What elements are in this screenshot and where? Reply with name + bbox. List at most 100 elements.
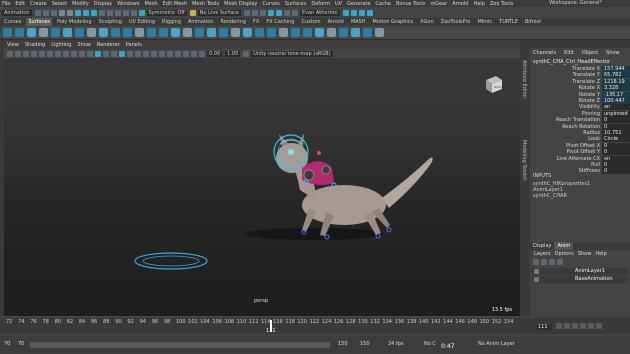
resolution-gate-icon[interactable] xyxy=(55,50,61,57)
channels-menu[interactable]: Channels xyxy=(530,50,556,56)
panel-menu-panels[interactable]: Panels xyxy=(126,42,142,48)
channel-attribute-row[interactable]: Translate Z 1218.19 xyxy=(530,78,630,85)
panel-menu-renderer[interactable]: Renderer xyxy=(97,42,120,48)
shelf-tab-fx-caching[interactable]: FX Caching xyxy=(264,18,296,26)
nurbs-cylinder-icon[interactable] xyxy=(27,28,36,37)
xray-icon[interactable] xyxy=(183,50,189,57)
show-layer-menu[interactable]: Show xyxy=(578,251,592,257)
bevel-plus-icon[interactable] xyxy=(195,28,204,37)
shelf-tab-sculpting[interactable]: Sculpting xyxy=(97,18,124,26)
channel-attribute-value[interactable]: 157.944 xyxy=(602,66,630,72)
shelf-tab-bifrost[interactable]: Bifrost xyxy=(523,18,543,26)
menuset-dropdown[interactable]: Animation xyxy=(2,9,32,16)
project-curve-icon[interactable] xyxy=(219,28,228,37)
channel-attribute-value[interactable]: 100.447 xyxy=(602,98,630,104)
redo-icon[interactable] xyxy=(66,9,73,16)
menu-mesh-tools[interactable]: Mesh Tools xyxy=(192,1,219,7)
reverse-surface-icon[interactable] xyxy=(351,28,360,37)
insert-isoparm-icon[interactable] xyxy=(303,28,312,37)
channel-attribute-row[interactable]: Translate Y 65.782 xyxy=(530,72,630,79)
channel-attribute-value[interactable]: 0 xyxy=(602,162,630,168)
film-gate-icon[interactable] xyxy=(47,50,53,57)
select-by-object-icon[interactable] xyxy=(82,9,89,16)
channel-attribute-value[interactable]: on xyxy=(602,155,630,162)
channel-attribute-value[interactable]: 0 xyxy=(602,117,630,124)
shelf-tab-uv-editing[interactable]: UV Editing xyxy=(127,18,157,26)
attribute-editor-icon[interactable] xyxy=(350,9,357,16)
nurbs-plane-icon[interactable] xyxy=(51,28,60,37)
cat-character[interactable] xyxy=(276,133,433,236)
channel-attribute-row[interactable]: Look Circle xyxy=(530,136,630,143)
shelf-tab-surfaces[interactable]: Surfaces xyxy=(26,18,53,26)
wireframe-icon[interactable] xyxy=(87,50,93,57)
shelf-tab-motion-graphics[interactable]: Motion Graphics xyxy=(370,18,415,26)
tab-anim[interactable]: Anim xyxy=(554,242,574,250)
menu-deform[interactable]: Deform xyxy=(311,1,330,7)
select-by-hierarchy-icon[interactable] xyxy=(74,9,81,16)
fps-dropdown[interactable]: 24 fps xyxy=(388,341,404,347)
new-layer-from-selected-icon[interactable] xyxy=(557,259,563,265)
rebuild-surface-icon[interactable] xyxy=(339,28,348,37)
nurbs-cone-icon[interactable] xyxy=(39,28,48,37)
render-icon[interactable] xyxy=(243,9,250,16)
channel-attribute-value[interactable]: 3.328 xyxy=(602,85,630,92)
history-icon[interactable] xyxy=(138,9,145,16)
menu-help[interactable]: Help xyxy=(473,1,484,7)
gamma-field[interactable]: 1.00 xyxy=(225,50,241,57)
shelf-tab-animation[interactable]: Animation xyxy=(186,18,216,26)
time-slider[interactable]: 72 74 76 78 80 82 84 86 88 90 92 94 96 98 100 102 104 106… xyxy=(0,318,630,334)
move-layer-up-icon[interactable] xyxy=(533,259,539,265)
menu-curves[interactable]: Curves xyxy=(262,1,279,7)
panel-menu-view[interactable]: View xyxy=(7,42,19,48)
arnold-render-view-icon[interactable] xyxy=(275,9,282,16)
channel-attribute-row[interactable]: Pinning unpinned xyxy=(530,110,630,117)
hypershade-icon[interactable] xyxy=(267,9,274,16)
edit-menu[interactable]: Edit xyxy=(561,50,574,56)
new-empty-layer-icon[interactable] xyxy=(549,259,555,265)
shelf-tab-fx[interactable]: FX xyxy=(251,18,261,26)
channel-attribute-row[interactable]: Translate X 157.944 xyxy=(530,66,630,72)
field-chart-icon[interactable] xyxy=(71,50,77,57)
channel-attribute-value[interactable]: 65.782 xyxy=(602,72,630,79)
channel-attribute-value[interactable]: 1218.19 xyxy=(602,78,630,85)
anti-aliasing-icon[interactable] xyxy=(159,50,165,57)
shelf-tab-turtle[interactable]: TURTLE xyxy=(497,18,520,26)
offset-surface-icon[interactable] xyxy=(327,28,336,37)
channel-attribute-value[interactable]: 0 xyxy=(602,123,630,130)
shelf-tab-xgen[interactable]: XGen xyxy=(418,18,436,26)
step-forward-icon[interactable] xyxy=(588,323,594,329)
current-frame-field[interactable]: 111 xyxy=(537,324,552,330)
range-end-field[interactable]: 150 xyxy=(360,341,370,347)
bookmarks-icon[interactable] xyxy=(23,50,29,57)
gate-mask-icon[interactable] xyxy=(63,50,69,57)
channel-attribute-row[interactable]: Pull 0 xyxy=(530,162,630,168)
open-scene-icon[interactable] xyxy=(42,9,49,16)
channel-attribute-value[interactable]: -135.17 xyxy=(602,91,630,98)
menu-mesh-display[interactable]: Mesh Display xyxy=(224,1,257,7)
menu-edit-mesh[interactable]: Edit Mesh xyxy=(163,1,187,7)
options-menu[interactable]: Options xyxy=(555,251,574,257)
view-transform-dropdown[interactable]: Unity neutral tone-map (sRGB) xyxy=(251,50,333,57)
image-plane-icon[interactable] xyxy=(31,50,37,57)
shelf-tab-curves[interactable]: Curves xyxy=(2,18,23,26)
attach-surfaces-icon[interactable] xyxy=(255,28,264,37)
panel-menu-shading[interactable]: Shading xyxy=(25,42,45,48)
viewcube[interactable]: BACK xyxy=(484,74,504,94)
shadows-icon[interactable] xyxy=(135,50,141,57)
shelf-tab-rendering[interactable]: Rendering xyxy=(219,18,249,26)
align-surfaces-icon[interactable] xyxy=(279,28,288,37)
open-close-surfaces-icon[interactable] xyxy=(291,28,300,37)
nurbs-square-icon[interactable] xyxy=(87,28,96,37)
range-slider[interactable] xyxy=(30,342,330,348)
object-menu[interactable]: Object xyxy=(579,50,598,56)
channel-attribute-row[interactable]: Reach Rotation 0 xyxy=(530,123,630,130)
layer-visibility-icon[interactable] xyxy=(534,277,539,282)
snap-curve-icon[interactable] xyxy=(114,9,121,16)
smooth-shade-icon[interactable] xyxy=(95,50,101,57)
revolve-icon[interactable] xyxy=(99,28,108,37)
anim-layer-field[interactable]: No Anim Layer xyxy=(478,341,515,347)
loft-icon[interactable] xyxy=(111,28,120,37)
undo-icon[interactable] xyxy=(58,9,65,16)
menu-display[interactable]: Display xyxy=(94,1,112,7)
input-node[interactable]: synthC_CHAR xyxy=(533,193,567,199)
